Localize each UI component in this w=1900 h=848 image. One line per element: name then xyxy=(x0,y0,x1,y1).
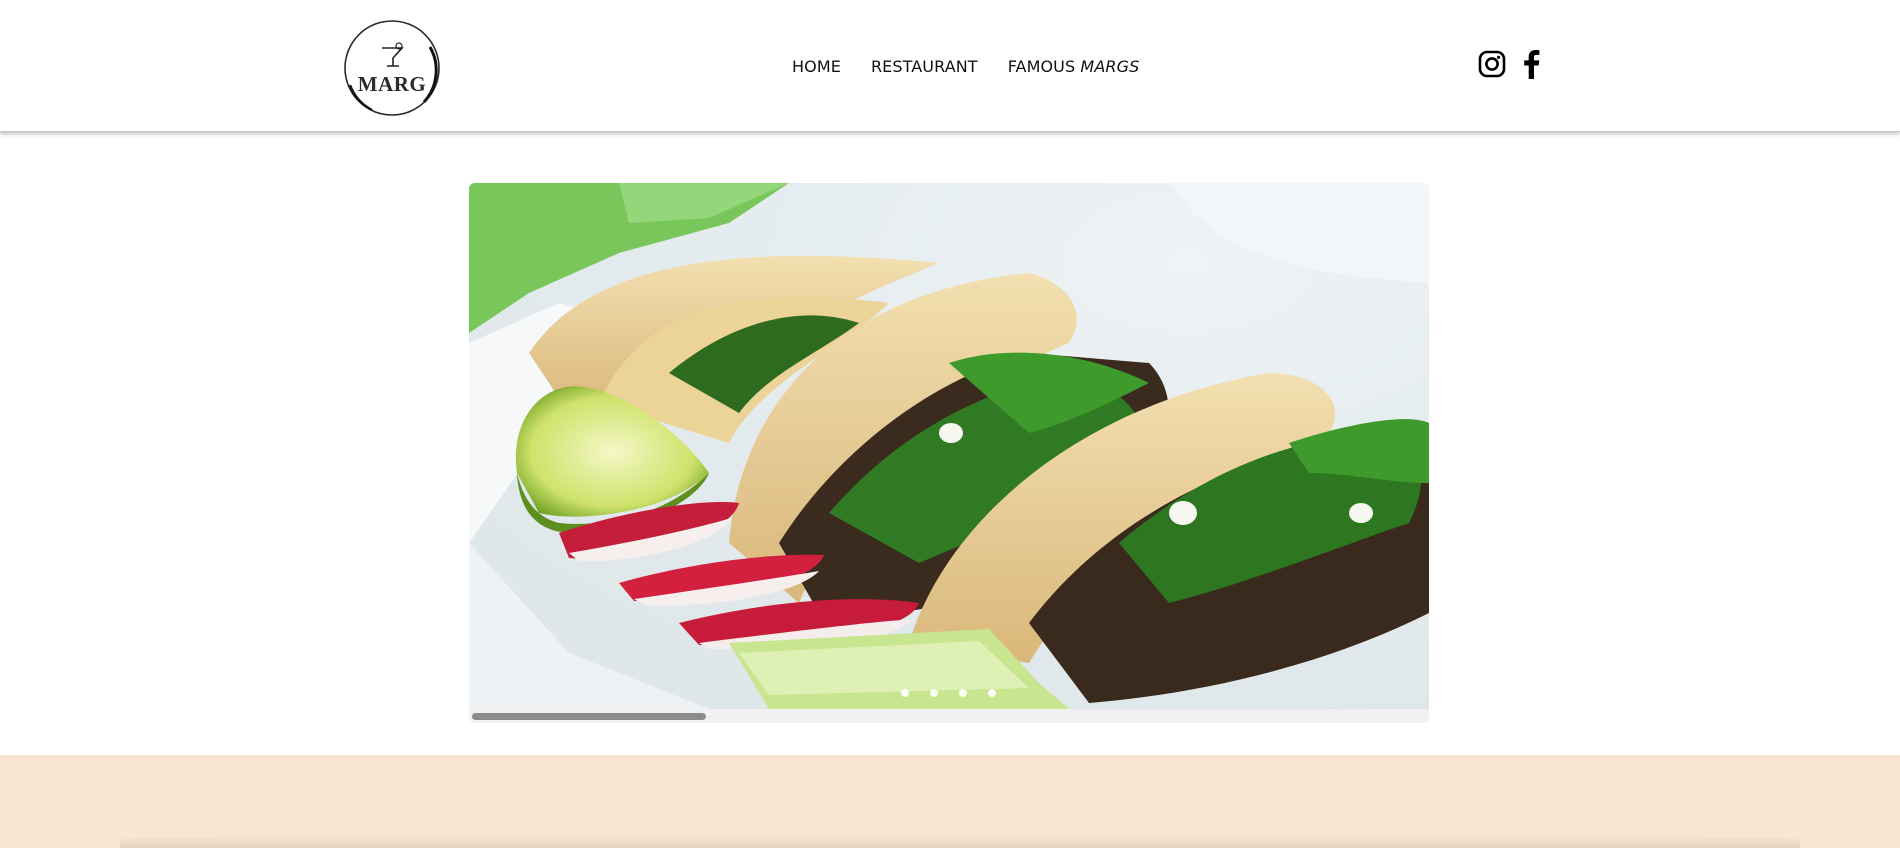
nav-item-famous-margs[interactable]: FAMOUS MARGS xyxy=(1008,57,1140,76)
slider-pagination xyxy=(901,689,996,697)
nav-item-restaurant[interactable]: RESTAURANT xyxy=(871,57,978,76)
logo-text: MARG xyxy=(357,72,427,96)
slider-dot[interactable] xyxy=(988,689,996,697)
band-shadow xyxy=(120,834,1800,848)
marg-logo[interactable]: MARG xyxy=(342,17,442,119)
nav-item-home[interactable]: HOME xyxy=(792,57,841,76)
slider-scrollbar-track[interactable] xyxy=(469,709,1429,723)
nav-item-famous-italic: MARGS xyxy=(1080,56,1140,76)
slider-dot[interactable] xyxy=(930,689,938,697)
nav-item-famous-prefix: FAMOUS xyxy=(1007,56,1081,76)
logo-ring-icon xyxy=(344,20,440,116)
social-bar xyxy=(1477,48,1547,80)
image-slider[interactable] xyxy=(469,183,1429,723)
instagram-icon[interactable] xyxy=(1477,48,1507,80)
facebook-icon[interactable] xyxy=(1517,48,1547,80)
site-header: MARG HOME RESTAURANT FAMOUS MARGS xyxy=(0,0,1900,132)
main-nav: HOME RESTAURANT FAMOUS MARGS xyxy=(792,55,1139,77)
slider-dot[interactable] xyxy=(959,689,967,697)
slider-scrollbar-thumb[interactable] xyxy=(472,713,706,720)
content-band xyxy=(0,755,1900,848)
slider-dot[interactable] xyxy=(901,689,909,697)
tacos-photo xyxy=(469,183,1429,709)
